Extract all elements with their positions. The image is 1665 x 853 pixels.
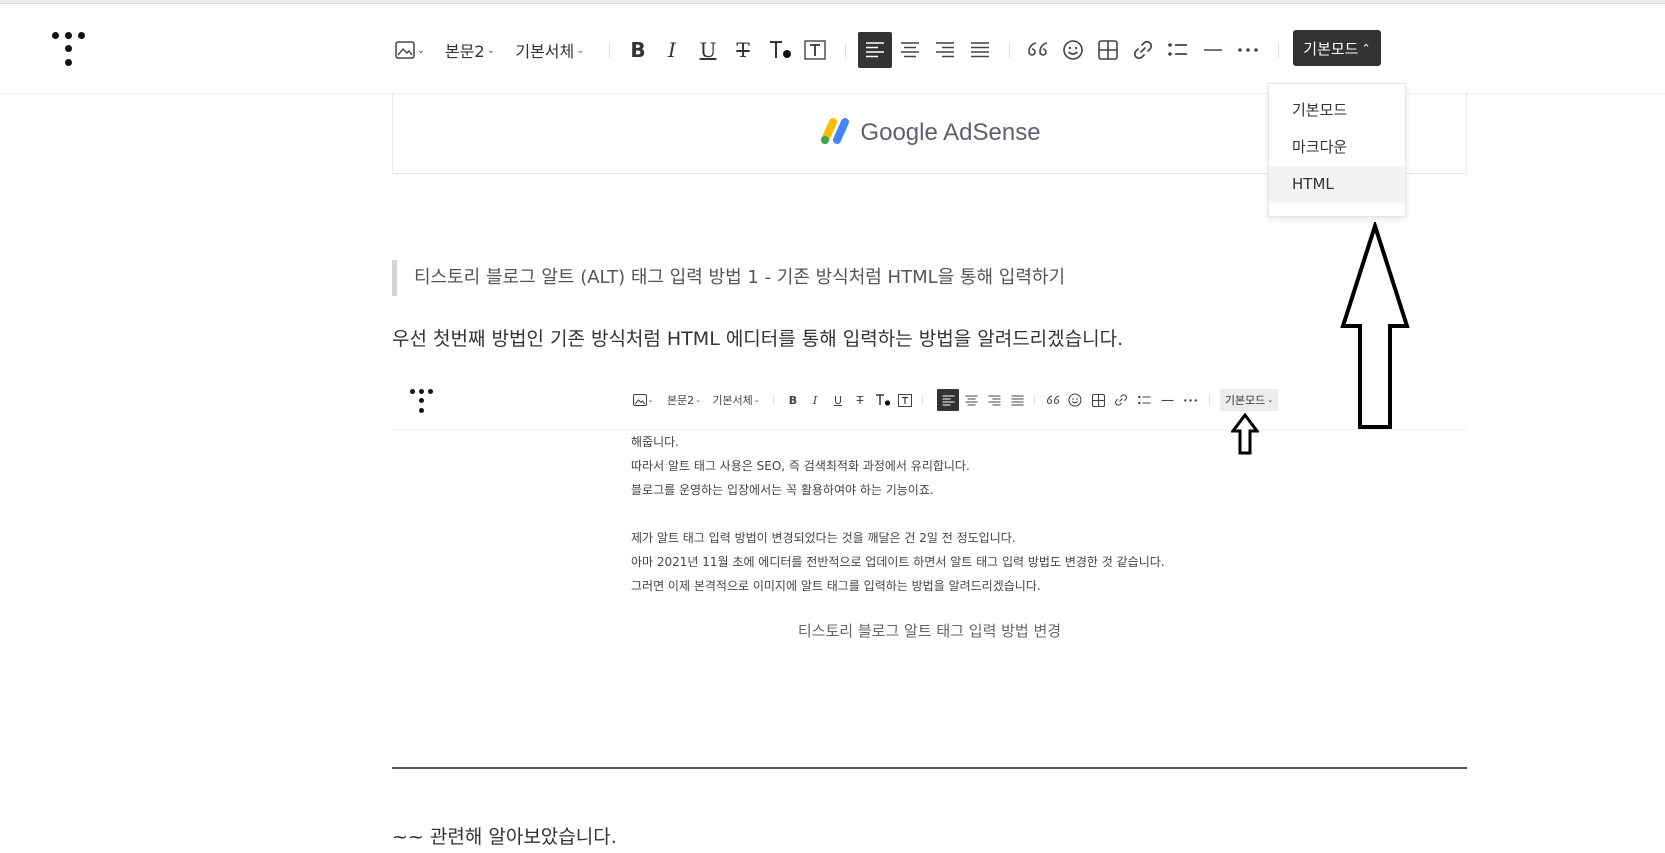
emoticon-button[interactable] — [1060, 32, 1086, 68]
italic-button[interactable]: I — [660, 32, 684, 68]
horizontal-divider[interactable] — [392, 767, 1467, 769]
toolbar-divider — [1278, 44, 1279, 58]
embedded-align-justify-icon — [1006, 389, 1028, 411]
smiley-icon — [1062, 39, 1084, 61]
embedded-italic-icon: I — [812, 393, 818, 407]
table-button[interactable] — [1095, 32, 1121, 68]
align-center-button[interactable] — [893, 32, 927, 68]
embedded-smiley-icon — [1066, 389, 1084, 411]
editor-toolbar: ⌄ 본문2 ⌄ 기본서체 ⌄ B I U T 기본모드 ⌃ — [0, 4, 1665, 94]
embedded-image-icon: ⌄ — [631, 389, 655, 411]
underline-button[interactable]: U — [696, 32, 720, 68]
embedded-text-lines: 해줍니다. 따라서 알트 태그 사용은 SEO, 즉 검색최적화 과정에서 유리… — [631, 430, 1165, 598]
embedded-screenshot-image[interactable]: ⌄ 본문2 ⌄ 기본서체 ⌄ B I U T 기본모드 ⌄ 해줍니다. 따라서 … — [392, 378, 1467, 668]
toolbar-divider — [609, 44, 610, 58]
bold-icon: B — [630, 38, 646, 62]
table-icon — [1098, 40, 1118, 60]
text-color-icon — [768, 39, 792, 61]
embedded-underline-icon: U — [833, 393, 843, 407]
embedded-text-color-icon — [874, 389, 892, 411]
list-button[interactable] — [1165, 32, 1191, 68]
link-button[interactable] — [1130, 32, 1156, 68]
chevron-down-icon: ⌄ — [416, 44, 426, 56]
quote-icon — [1027, 42, 1049, 58]
embedded-link-icon — [1112, 389, 1130, 411]
align-left-button[interactable] — [858, 32, 892, 68]
embedded-blank-line — [631, 502, 1165, 526]
align-left-icon — [865, 42, 885, 58]
link-icon — [1132, 39, 1154, 61]
quote-button[interactable] — [1025, 32, 1051, 68]
embedded-divider — [922, 395, 923, 404]
body-paragraph[interactable]: 우선 첫번째 방법인 기존 방식처럼 HTML 에디터를 통해 입력하는 방법을… — [392, 324, 1123, 354]
align-justify-icon — [970, 42, 990, 58]
toolbar-divider — [1009, 44, 1010, 58]
strikethrough-button[interactable]: T — [731, 32, 755, 68]
chevron-down-icon: ⌄ — [576, 44, 585, 56]
align-center-icon — [900, 42, 920, 58]
editor-mode-dropdown: 기본모드 마크다운 HTML — [1268, 83, 1406, 217]
embedded-mode-button: 기본모드 ⌄ — [1220, 389, 1278, 411]
mode-option-markdown[interactable]: 마크다운 — [1269, 129, 1405, 166]
horizontal-line-icon — [1203, 48, 1223, 52]
closing-paragraph[interactable]: ~~ 관련해 알아보았습니다. — [392, 822, 617, 852]
embedded-tistory-logo-icon — [410, 389, 434, 415]
embedded-bullet-list-icon — [1135, 389, 1153, 411]
strikethrough-icon: T — [736, 38, 750, 62]
font-family-select[interactable]: 기본서체 ⌄ — [512, 32, 588, 68]
paragraph-style-select[interactable]: 본문2 ⌄ — [442, 32, 498, 68]
embedded-divider — [773, 395, 774, 404]
italic-icon: I — [668, 38, 676, 62]
embedded-font-family: 기본서체 ⌄ — [712, 394, 760, 407]
embedded-editor-toolbar: ⌄ 본문2 ⌄ 기본서체 ⌄ B I U T 기본모드 ⌄ — [392, 378, 1467, 430]
quote-heading[interactable]: 티스토리 블로그 알트 (ALT) 태그 입력 방법 1 - 기존 방식처럼 H… — [392, 260, 1065, 296]
embedded-line: 블로그를 운영하는 입장에서는 꼭 활용하여야 하는 기능이죠. — [631, 483, 934, 497]
embedded-bold-icon: B — [788, 393, 798, 407]
embedded-align-left-icon — [937, 389, 959, 411]
embedded-align-center-icon — [960, 389, 982, 411]
text-color-button[interactable] — [766, 32, 794, 68]
embedded-line: 아마 2021년 11월 초에 에디터를 전반적으로 업데이트 하면서 알트 태… — [631, 555, 1165, 569]
embedded-paragraph-style: 본문2 ⌄ — [666, 394, 702, 407]
embedded-line: 그러면 이제 본격적으로 이미지에 알트 태그를 입력하는 방법을 알려드리겠습… — [631, 579, 1041, 593]
editor-mode-button[interactable]: 기본모드 ⌃ — [1293, 30, 1381, 66]
toolbar-divider — [845, 44, 846, 58]
underline-icon: U — [699, 38, 717, 62]
insert-image-button[interactable]: ⌄ — [392, 32, 428, 68]
more-button[interactable] — [1235, 32, 1261, 68]
embedded-strike-icon: T — [856, 393, 864, 407]
adsense-label: Google AdSense — [860, 118, 1041, 146]
small-up-arrow-icon — [1230, 412, 1260, 459]
align-right-icon — [935, 42, 955, 58]
horizontal-line-button[interactable] — [1200, 32, 1226, 68]
text-background-button[interactable] — [802, 32, 828, 68]
adsense-icon — [818, 116, 852, 150]
embedded-text-background-icon — [897, 389, 913, 411]
tistory-logo-icon[interactable] — [52, 32, 86, 68]
chevron-up-icon: ⌃ — [1361, 41, 1371, 55]
bullet-list-icon — [1168, 42, 1188, 58]
embedded-line: 제가 알트 태그 입력 방법이 변경되었다는 것을 깨달은 건 2일 전 정도입… — [631, 531, 1016, 545]
bold-button[interactable]: B — [626, 32, 650, 68]
chevron-down-icon: ⌄ — [486, 44, 495, 56]
embedded-more-icon — [1181, 389, 1199, 411]
image-caption: 티스토리 블로그 알트 태그 입력 방법 변경 — [797, 622, 1062, 640]
embedded-divider — [1209, 395, 1210, 404]
mode-option-basic[interactable]: 기본모드 — [1269, 92, 1405, 129]
embedded-line: 해줍니다. — [631, 435, 679, 449]
adsense-logo: Google AdSense — [818, 116, 1041, 150]
embedded-quote-icon — [1044, 389, 1062, 411]
embedded-align-right-icon — [983, 389, 1005, 411]
big-up-arrow-icon — [1340, 219, 1410, 434]
image-icon — [395, 41, 415, 59]
align-right-button[interactable] — [928, 32, 962, 68]
mode-option-html[interactable]: HTML — [1269, 166, 1405, 203]
align-justify-button[interactable] — [963, 32, 997, 68]
embedded-table-icon — [1089, 389, 1107, 411]
embedded-line: 따라서 알트 태그 사용은 SEO, 즉 검색최적화 과정에서 유리합니다. — [631, 459, 970, 473]
more-horizontal-icon — [1238, 48, 1258, 52]
embedded-divider — [1034, 395, 1035, 404]
embedded-horizontal-line-icon — [1158, 389, 1176, 411]
text-background-icon — [804, 40, 826, 60]
